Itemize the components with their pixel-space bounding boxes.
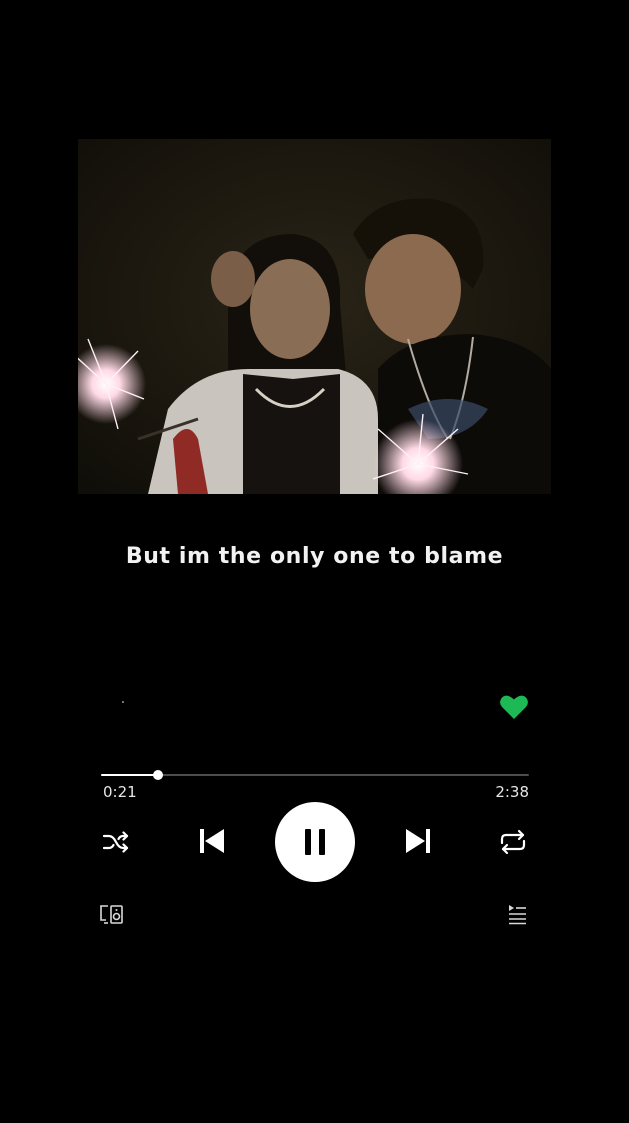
total-duration: 2:38 xyxy=(495,783,529,801)
decorative-dot xyxy=(122,701,124,703)
pause-icon xyxy=(305,829,325,855)
skip-next-icon xyxy=(406,829,430,853)
heart-icon xyxy=(500,695,528,719)
previous-button[interactable] xyxy=(197,826,227,856)
queue-icon xyxy=(509,905,526,925)
shuffle-icon xyxy=(102,831,129,853)
lyric-line: But im the only one to blame xyxy=(125,544,504,569)
progress-handle[interactable] xyxy=(152,770,163,780)
repeat-icon xyxy=(500,829,526,855)
devices-button[interactable] xyxy=(99,902,125,926)
repeat-button[interactable] xyxy=(497,828,529,856)
next-button[interactable] xyxy=(403,826,433,856)
album-artwork xyxy=(78,139,551,494)
elapsed-time: 0:21 xyxy=(103,783,137,801)
pause-button[interactable] xyxy=(275,802,355,882)
progress-track xyxy=(101,774,529,776)
queue-button[interactable] xyxy=(506,903,528,925)
shuffle-button[interactable] xyxy=(101,828,131,856)
skip-previous-icon xyxy=(200,829,224,853)
like-button[interactable] xyxy=(499,693,529,721)
progress-fill xyxy=(101,774,158,776)
devices-icon xyxy=(100,905,123,924)
progress-bar[interactable] xyxy=(101,768,529,782)
